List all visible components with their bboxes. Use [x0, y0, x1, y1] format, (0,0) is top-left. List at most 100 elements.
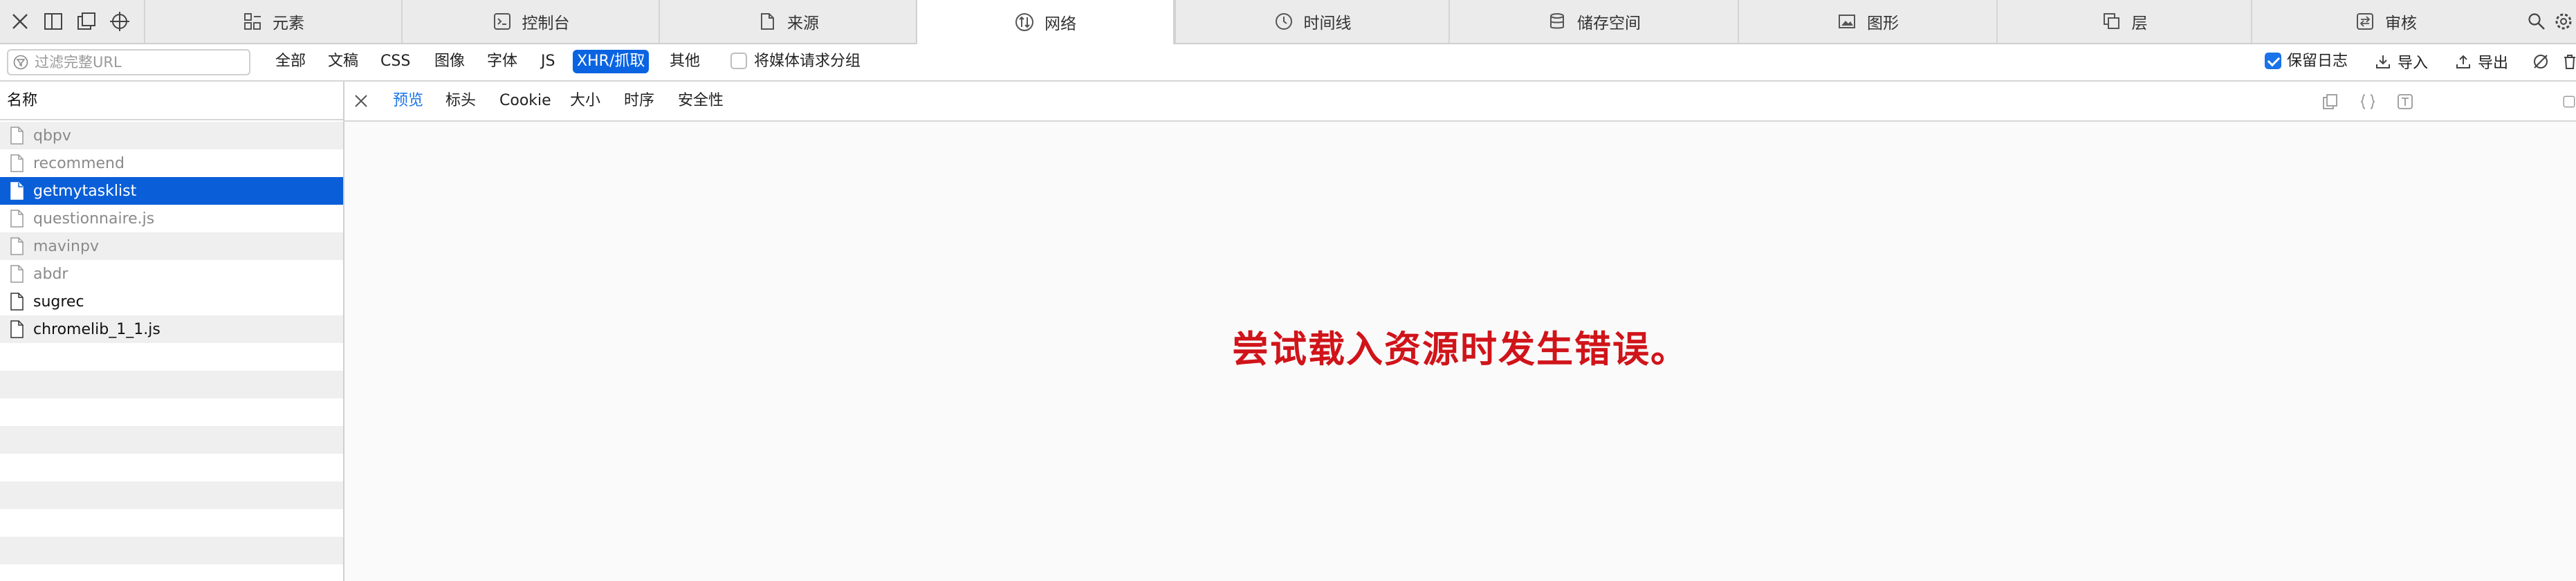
- request-name: qbpv: [33, 127, 71, 145]
- group-media-label: 将媒体请求分组: [754, 53, 861, 70]
- timeline-icon: [1273, 11, 1294, 32]
- tab-sources[interactable]: 来源: [659, 0, 916, 43]
- url-filter-field: [7, 49, 250, 75]
- detail-tab-timing[interactable]: 时序: [624, 90, 654, 112]
- request-row[interactable]: mavinpv: [0, 232, 343, 260]
- filter-type-xhr[interactable]: XHR/抓取: [573, 50, 650, 73]
- search-icon[interactable]: [2523, 8, 2550, 35]
- export-button[interactable]: 导出: [2454, 50, 2508, 73]
- tab-audit[interactable]: 审核: [2251, 0, 2519, 43]
- gear-icon[interactable]: [2552, 8, 2575, 35]
- network-icon: [1014, 12, 1035, 33]
- crosshair-icon[interactable]: [107, 8, 133, 35]
- sources-icon: [757, 11, 778, 32]
- detach-window-icon[interactable]: [73, 8, 100, 35]
- tab-label: 时间线: [1303, 15, 1352, 33]
- tab-label: 层: [2131, 15, 2148, 33]
- tab-graphics[interactable]: 图形: [1738, 0, 1996, 43]
- request-row[interactable]: qbpv: [0, 122, 343, 149]
- close-icon[interactable]: [7, 8, 33, 35]
- document-icon: [8, 236, 25, 257]
- filter-type-js[interactable]: JS: [537, 50, 559, 73]
- request-row[interactable]: abdr: [0, 260, 343, 288]
- toolbar-tools: [0, 0, 144, 44]
- detail-tab-preview[interactable]: 预览: [393, 90, 423, 112]
- tab-console[interactable]: 控制台: [401, 0, 659, 43]
- layers-icon: [2101, 11, 2122, 32]
- tab-elements[interactable]: 元素: [144, 0, 401, 43]
- request-row[interactable]: recommend: [0, 149, 343, 177]
- detail-tab-cookie[interactable]: Cookie: [499, 90, 551, 112]
- detail-tab-bar: 预览 标头 Cookie 大小 时序 安全性: [344, 82, 2576, 122]
- detail-tab-headers[interactable]: 标头: [445, 90, 476, 112]
- tab-timeline[interactable]: 时间线: [1175, 0, 1448, 43]
- preserve-log-label: 保留日志: [2287, 53, 2348, 70]
- filter-type-css[interactable]: CSS: [376, 50, 414, 73]
- request-row[interactable]: sugrec: [0, 288, 343, 315]
- tab-layers[interactable]: 层: [1996, 0, 2251, 43]
- name-column-header[interactable]: 名称: [0, 82, 343, 120]
- preserve-log-checkbox[interactable]: [2265, 53, 2281, 69]
- request-row[interactable]: questionnaire.js: [0, 205, 343, 232]
- document-icon: [8, 125, 25, 146]
- tab-label: 储存空间: [1577, 15, 1641, 33]
- download-icon: [2374, 53, 2392, 71]
- upload-icon: [2454, 53, 2472, 71]
- copy-icon[interactable]: [2320, 91, 2341, 112]
- group-media-checkbox[interactable]: [730, 53, 747, 69]
- cache-disabled-icon: [2532, 53, 2550, 71]
- document-icon: [8, 291, 25, 312]
- document-icon: [8, 153, 25, 174]
- request-name: sugrec: [33, 293, 84, 311]
- tab-storage[interactable]: 储存空间: [1448, 0, 1738, 43]
- request-name: getmytasklist: [33, 182, 137, 200]
- pretty-print-icon[interactable]: [2357, 91, 2378, 112]
- elements-icon: [242, 11, 263, 32]
- request-name: abdr: [33, 265, 68, 283]
- dock-side-icon[interactable]: [40, 8, 66, 35]
- tab-label: 网络: [1045, 15, 1076, 33]
- close-detail-icon[interactable]: [351, 91, 371, 111]
- filter-type-font[interactable]: 字体: [483, 50, 522, 73]
- export-label: 导出: [2478, 55, 2509, 72]
- filter-icon: [12, 54, 29, 71]
- network-filter-bar: 全部 文稿 CSS 图像 字体 JS XHR/抓取 其他 将媒体请求分组 保留日…: [0, 44, 2576, 82]
- tab-label: 来源: [787, 15, 819, 33]
- format-icon[interactable]: [2562, 91, 2576, 112]
- empty-row: [0, 426, 343, 454]
- text-view-icon[interactable]: [2395, 91, 2416, 112]
- clear-log-button[interactable]: [2561, 50, 2576, 73]
- empty-row: [0, 537, 343, 564]
- request-name: questionnaire.js: [33, 210, 155, 228]
- graphics-icon: [1837, 11, 1857, 32]
- filter-type-all[interactable]: 全部: [271, 50, 310, 73]
- tab-label: 审核: [2385, 15, 2417, 33]
- devtools-tab-bar: 元素 控制台 来源 网络 时间线 储存空间 图形 层 审核: [0, 0, 2576, 44]
- request-row[interactable]: chromelib_1_1.js: [0, 315, 343, 343]
- import-button[interactable]: 导入: [2374, 50, 2428, 73]
- document-icon: [8, 181, 25, 201]
- tab-label: 元素: [273, 15, 304, 33]
- tab-label: 图形: [1867, 15, 1899, 33]
- request-list: 名称 qbpv recommend getmytasklist question…: [0, 82, 344, 581]
- filter-type-image[interactable]: 图像: [430, 50, 469, 73]
- url-filter-input[interactable]: [33, 53, 243, 71]
- document-icon: [8, 264, 25, 284]
- document-icon: [8, 208, 25, 229]
- import-label: 导入: [2398, 55, 2429, 72]
- disable-cache-button[interactable]: [2532, 50, 2555, 73]
- audit-icon: [2355, 11, 2375, 32]
- detail-tab-size[interactable]: 大小: [570, 90, 600, 112]
- tab-network[interactable]: 网络: [916, 0, 1175, 44]
- detail-tab-security[interactable]: 安全性: [678, 90, 724, 112]
- request-row-selected[interactable]: getmytasklist: [0, 177, 343, 205]
- trash-icon: [2561, 53, 2576, 71]
- request-detail-pane: 预览 标头 Cookie 大小 时序 安全性 尝试载入资源时发生错误。: [344, 82, 2576, 581]
- load-error-message: 尝试载入资源时发生错误。: [1232, 329, 1689, 371]
- empty-row: [0, 481, 343, 509]
- filter-type-other[interactable]: 其他: [665, 50, 704, 73]
- tool-tabs: 元素 控制台 来源 网络 时间线 储存空间 图形 层 审核: [144, 0, 2519, 44]
- tab-label: 控制台: [522, 15, 570, 33]
- filter-type-document[interactable]: 文稿: [324, 50, 362, 73]
- request-name: mavinpv: [33, 237, 99, 255]
